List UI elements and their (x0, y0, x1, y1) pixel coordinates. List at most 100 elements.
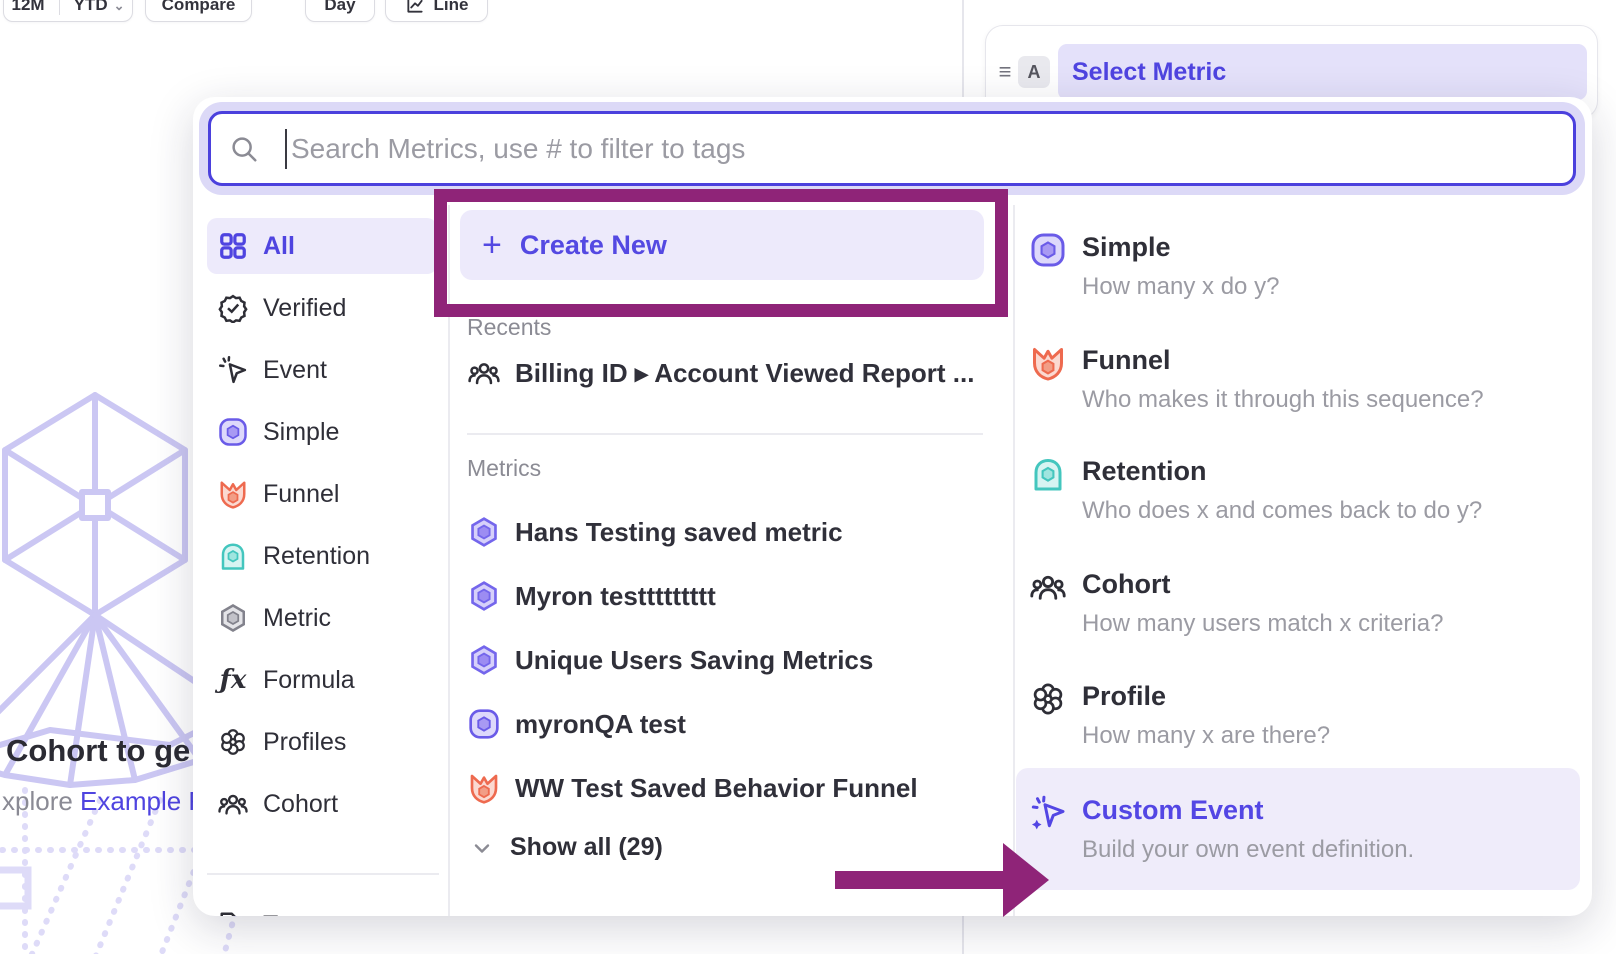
metric-item-label: myronQA test (515, 709, 686, 740)
drag-handle-icon[interactable]: ≡ (994, 61, 1016, 83)
metric-list-item[interactable]: WW Test Saved Behavior Funnel (467, 768, 918, 808)
type-desc: Who makes it through this sequence? (1082, 386, 1484, 414)
show-all-button[interactable]: Show all (29) (470, 833, 663, 862)
funnel-icon (217, 478, 249, 510)
sidebar-item-label: Retention (263, 542, 370, 571)
metric-hexagon-icon-purple (467, 515, 501, 549)
retention-icon (1030, 456, 1066, 492)
sidebar-divider (207, 873, 439, 875)
sidebar-item-label: Event (263, 356, 327, 385)
custom-event-highlight (1016, 768, 1580, 890)
cohort-people-icon (217, 788, 249, 820)
sidebar-item-label: All (263, 232, 295, 261)
custom-event-sparkle-icon (1030, 795, 1066, 831)
search-bar[interactable] (208, 111, 1576, 186)
sidebar-item-retention[interactable]: Retention (207, 528, 437, 584)
type-title: Funnel (1082, 345, 1171, 376)
middle-divider (467, 433, 983, 435)
empty-state-heading: Cohort to ge (6, 733, 190, 769)
text-caret (285, 129, 287, 169)
type-title: Custom Event (1082, 795, 1264, 826)
type-title: Retention (1082, 456, 1207, 487)
metric-list-item[interactable]: myronQA test (467, 704, 686, 744)
type-title: Cohort (1082, 569, 1170, 600)
range-ytd-button[interactable]: YTD⌄ (59, 0, 139, 15)
sidebar-item-label: Simple (263, 418, 339, 447)
metrics-label: Metrics (467, 455, 541, 482)
sidebar-item-profiles[interactable]: Profiles (207, 714, 437, 770)
sidebar-item-label: Cohort (263, 790, 338, 819)
sidebar-item-label: Formula (263, 666, 355, 695)
verified-badge-icon (217, 292, 249, 324)
empty-state-explore: xplore Example R (2, 786, 207, 817)
annotation-arrow-head (1003, 843, 1049, 917)
metric-list-item[interactable]: Unique Users Saving Metrics (467, 640, 873, 680)
search-input[interactable] (291, 133, 1573, 165)
event-cursor-icon (217, 354, 249, 386)
metric-list-item[interactable]: Myron testtttttttt (467, 576, 716, 616)
metric-item-label: Unique Users Saving Metrics (515, 645, 873, 676)
sidebar-item-label: Verified (263, 294, 346, 323)
annotation-rectangle (434, 189, 1008, 317)
time-range-group[interactable]: 12MYTD⌄ (3, 0, 133, 22)
sidebar-item-verified[interactable]: Verified (207, 280, 437, 336)
retention-icon (217, 540, 249, 572)
chevron-down-icon (470, 836, 494, 860)
funnel-icon (1030, 345, 1066, 381)
metric-hexagon-icon-purple (467, 643, 501, 677)
tag-icon (217, 909, 249, 916)
metric-item-label: WW Test Saved Behavior Funnel (515, 773, 918, 804)
recent-item[interactable]: Billing ID ▸ Account Viewed Report ... (467, 353, 974, 393)
sidebar-item-label: Profiles (263, 728, 346, 757)
grid-icon (217, 230, 249, 262)
explore-prefix: xplore (2, 786, 80, 816)
sidebar-item-formula[interactable]: ƒx Formula (207, 652, 437, 708)
funnel-icon (467, 771, 501, 805)
simple-metric-icon (467, 707, 501, 741)
line-chart-icon (405, 0, 425, 15)
metric-hexagon-icon (217, 602, 249, 634)
compare-button[interactable]: Compare (145, 0, 252, 22)
app-root: Cohort to ge xplore Example R 12MYTD⌄ Co… (0, 0, 1616, 954)
search-icon (229, 134, 259, 164)
granularity-day-button[interactable]: Day (305, 0, 375, 22)
type-desc: How many users match x criteria? (1082, 610, 1443, 638)
sidebar-item-metric[interactable]: Metric (207, 590, 437, 646)
formula-fx-icon: ƒx (217, 664, 249, 696)
sidebar-item-cohort[interactable]: Cohort (207, 776, 437, 832)
column-divider (1013, 205, 1015, 916)
type-desc: How many x do y? (1082, 273, 1279, 301)
type-desc: How many x are there? (1082, 722, 1330, 750)
profiles-flower-icon (1030, 681, 1066, 717)
metric-hexagon-icon-purple (467, 579, 501, 613)
type-desc: Build your own event definition. (1082, 836, 1414, 864)
sidebar-item-clipped[interactable]: T (207, 897, 437, 916)
chart-type-line-button[interactable]: Line (385, 0, 488, 22)
type-title: Profile (1082, 681, 1166, 712)
range-12m-button[interactable]: 12M (0, 0, 59, 15)
simple-metric-icon (1030, 232, 1066, 268)
sidebar-item-label: T (263, 911, 278, 917)
metric-list-item[interactable]: Hans Testing saved metric (467, 512, 843, 552)
metric-item-label: Myron testtttttttt (515, 581, 716, 612)
type-desc: Who does x and comes back to do y? (1082, 497, 1482, 525)
select-metric-chip[interactable]: Select Metric (1058, 44, 1587, 100)
series-badge[interactable]: A (1018, 56, 1050, 88)
recent-item-label: Billing ID ▸ Account Viewed Report ... (515, 358, 974, 389)
sidebar-item-all[interactable]: All (207, 218, 437, 274)
metric-item-label: Hans Testing saved metric (515, 517, 843, 548)
annotation-arrow (835, 871, 1007, 889)
chevron-down-icon: ⌄ (114, 0, 125, 13)
example-reports-link[interactable]: Example R (80, 786, 207, 816)
simple-metric-icon (217, 416, 249, 448)
recents-label: Recents (467, 314, 551, 341)
show-all-label: Show all (29) (510, 833, 663, 862)
profiles-flower-icon (217, 726, 249, 758)
cohort-people-icon (467, 356, 501, 390)
sidebar-item-label: Funnel (263, 480, 339, 509)
sidebar-item-simple[interactable]: Simple (207, 404, 437, 460)
type-title: Simple (1082, 232, 1171, 263)
sidebar-item-funnel[interactable]: Funnel (207, 466, 437, 522)
sidebar-item-label: Metric (263, 604, 331, 633)
sidebar-item-event[interactable]: Event (207, 342, 437, 398)
